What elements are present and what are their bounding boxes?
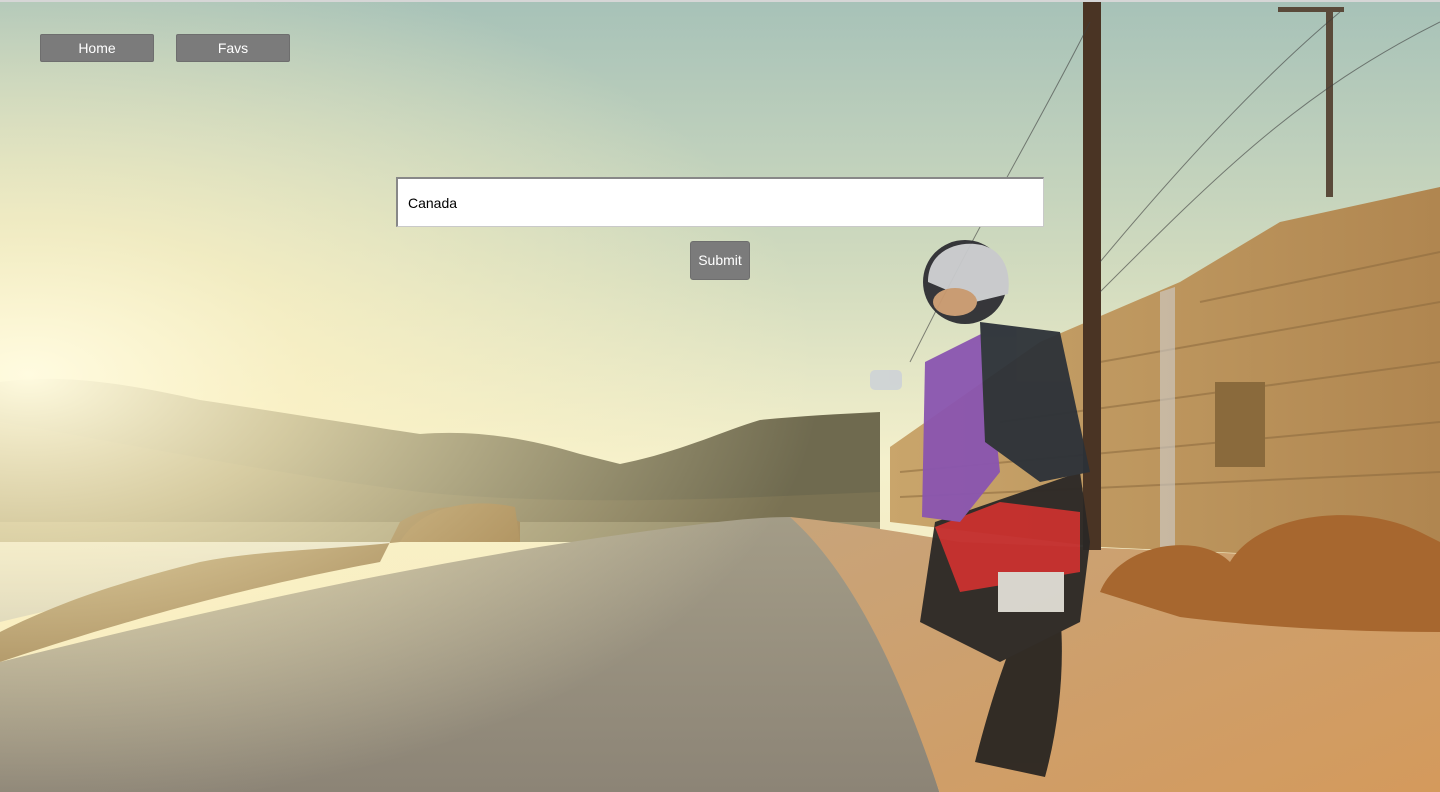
background-photo	[0, 2, 1440, 792]
search-input[interactable]	[396, 177, 1044, 227]
favs-button[interactable]: Favs	[176, 34, 290, 62]
home-button[interactable]: Home	[40, 34, 154, 62]
page: Home Favs Submit	[0, 0, 1440, 792]
submit-button[interactable]: Submit	[690, 241, 750, 280]
